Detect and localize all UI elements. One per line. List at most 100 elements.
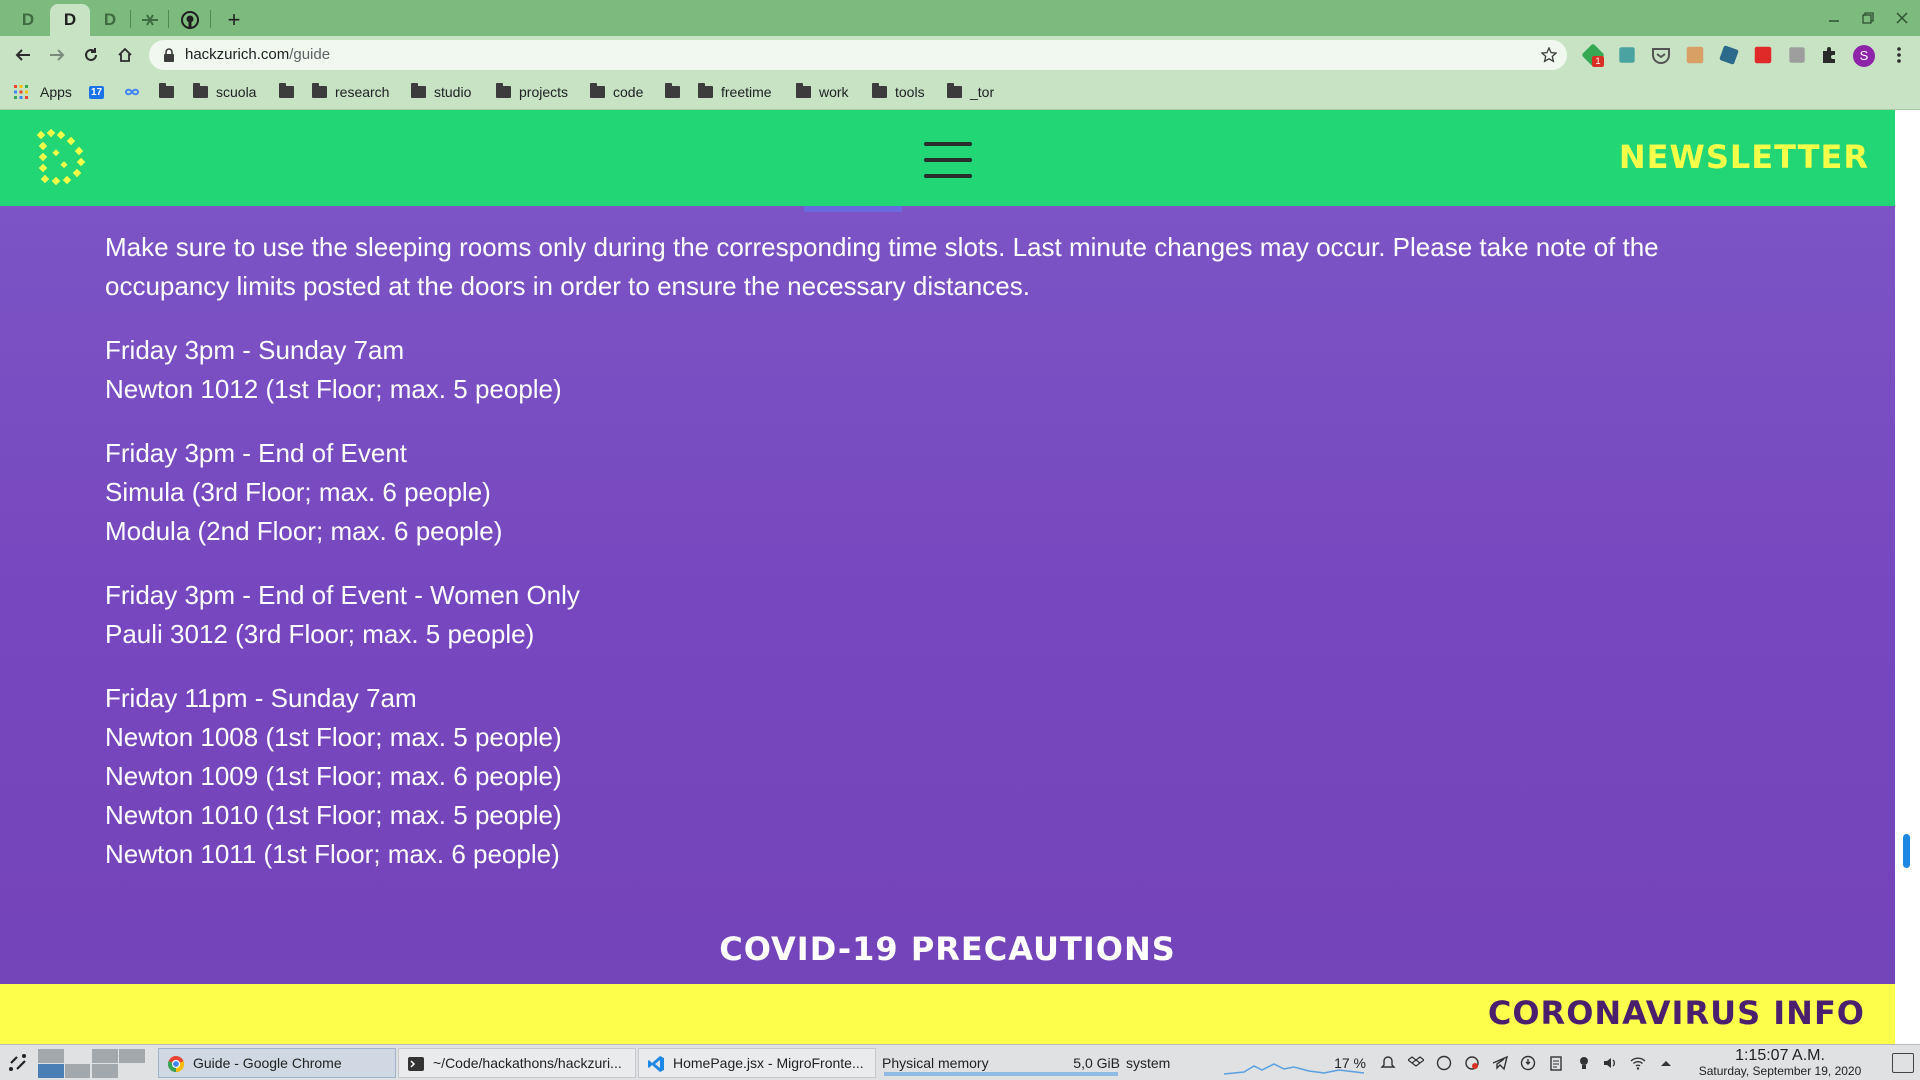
desktop-3[interactable]: [119, 1049, 145, 1063]
notifications-icon[interactable]: [1380, 1055, 1396, 1071]
room-entry: Newton 1011 (1st Floor; max. 6 people): [105, 839, 560, 869]
tab-favicon: D: [63, 10, 77, 29]
lock-icon: [164, 48, 174, 62]
memory-label: Physical memory: [882, 1055, 989, 1071]
bookmark-folder-studio[interactable]: studio: [411, 82, 471, 102]
bookmark-folder-freetime[interactable]: freetime: [698, 82, 772, 102]
folder-icon: [312, 83, 327, 98]
pen-extension-icon[interactable]: [1719, 45, 1739, 65]
room-entry: Pauli 3012 (3rd Floor; max. 5 people): [105, 619, 535, 649]
back-button[interactable]: [9, 41, 37, 69]
clipboard-icon[interactable]: [1548, 1055, 1564, 1071]
tray-app-icon[interactable]: [1436, 1055, 1452, 1071]
scrollbar-thumb[interactable]: [1903, 834, 1910, 868]
dropbox-icon[interactable]: [1408, 1055, 1424, 1071]
clock[interactable]: 1:15:07 A.M. Saturday, September 19, 202…: [1680, 1047, 1880, 1079]
profile-avatar[interactable]: S: [1853, 45, 1875, 67]
coronavirus-info-link[interactable]: CORONAVIRUS INFO: [1488, 994, 1865, 1032]
schedule-block: Friday 3pm - End of Event Simula (3rd Fl…: [105, 434, 1755, 551]
red-extension-icon[interactable]: [1754, 46, 1772, 64]
back-icon: [15, 49, 30, 61]
site-navbar: NEWSLETTER: [0, 110, 1895, 206]
bookmark-folder-code[interactable]: code: [590, 82, 643, 102]
forward-button[interactable]: [43, 41, 71, 69]
hackzurich-logo[interactable]: [36, 128, 86, 186]
folder-icon: [872, 83, 887, 98]
hamburger-icon: [924, 142, 972, 146]
bookmark-folder-unnamed[interactable]: [279, 82, 302, 102]
folder-icon: [590, 83, 605, 98]
avatar-extension-icon[interactable]: [1686, 46, 1704, 64]
address-bar[interactable]: hackzurich.com/guide: [149, 40, 1567, 70]
telegram-icon[interactable]: [1492, 1055, 1508, 1071]
folder-icon: [698, 83, 713, 98]
virtual-desktop-switcher[interactable]: [38, 1048, 148, 1078]
gray-extension-icon[interactable]: [1789, 47, 1805, 63]
bookmark-folder-unnamed[interactable]: [159, 82, 182, 102]
close-icon: [1896, 12, 1908, 24]
launcher-icon: [9, 1054, 26, 1071]
taskbar-window-vscode[interactable]: HomePage.jsx - MigroFronte...: [638, 1048, 876, 1078]
tab-hackzurich-guide[interactable]: D: [50, 4, 90, 36]
cpu-monitor[interactable]: system 17 %: [1124, 1048, 1368, 1078]
folder-icon: [947, 83, 962, 98]
extensions-button[interactable]: [1819, 44, 1841, 66]
bookmark-folder-work[interactable]: work: [796, 82, 849, 102]
folder-icon: [665, 83, 680, 98]
sync-icon[interactable]: [1464, 1055, 1480, 1071]
tab-divider: [130, 10, 131, 28]
desktop-4[interactable]: [38, 1064, 64, 1078]
newsletter-link[interactable]: NEWSLETTER: [1619, 138, 1869, 176]
tab-pinned-app[interactable]: [136, 4, 164, 36]
memory-monitor[interactable]: Physical memory 5,0 GiB: [880, 1048, 1120, 1078]
bookmark-folder-tor[interactable]: _tor: [947, 82, 994, 102]
bookmark-apps[interactable]: Apps: [14, 82, 72, 102]
url-text[interactable]: hackzurich.com/guide: [185, 46, 330, 63]
folder-icon: [796, 83, 811, 98]
tab-hackzurich-1[interactable]: D: [8, 4, 48, 36]
time-slot: Friday 3pm - End of Event: [105, 438, 408, 468]
kebab-menu-icon: [1897, 47, 1901, 63]
mail-extension-icon[interactable]: [1619, 47, 1635, 63]
desktop-6[interactable]: [92, 1064, 118, 1078]
bookmark-folder-research[interactable]: research: [312, 82, 389, 102]
tab-hackzurich-3[interactable]: D: [92, 4, 128, 36]
new-tab-button[interactable]: +: [220, 4, 248, 36]
home-button[interactable]: [111, 41, 139, 69]
tab-github[interactable]: [176, 4, 204, 36]
reload-icon: [85, 48, 97, 61]
time-slot: Friday 11pm - Sunday 7am: [105, 683, 417, 713]
clock-date: Saturday, September 19, 2020: [1698, 1064, 1862, 1078]
close-window-button[interactable]: [1890, 6, 1914, 30]
bookmark-calendar[interactable]: 17: [89, 82, 105, 102]
bookmark-folder-projects[interactable]: projects: [496, 82, 568, 102]
maximize-button[interactable]: [1856, 6, 1880, 30]
star-icon[interactable]: [1541, 47, 1557, 63]
lightbulb-icon[interactable]: [1576, 1055, 1592, 1071]
home-icon: [118, 47, 132, 62]
minimize-button[interactable]: [1822, 6, 1846, 30]
bookmark-folder-tools[interactable]: tools: [872, 82, 925, 102]
schedule-block: Friday 3pm - Sunday 7am Newton 1012 (1st…: [105, 331, 1755, 409]
apps-grid-icon: [14, 85, 28, 99]
pocket-extension-icon[interactable]: [1650, 44, 1672, 66]
desktop-2[interactable]: [92, 1049, 118, 1063]
bookmark-folder-unnamed[interactable]: [665, 82, 688, 102]
taskbar-window-terminal[interactable]: ~/Code/hackathons/hackzuri...: [398, 1048, 636, 1078]
bookmark-folder-scuola[interactable]: scuola: [193, 82, 256, 102]
coronavirus-info-banner[interactable]: CORONAVIRUS INFO: [0, 984, 1895, 1044]
desktop-5[interactable]: [65, 1064, 90, 1078]
page-scrollbar[interactable]: [1895, 110, 1920, 1044]
tray-expand-icon[interactable]: [1658, 1055, 1674, 1071]
bookmark-link[interactable]: [123, 82, 141, 102]
reload-button[interactable]: [77, 41, 105, 69]
wifi-icon[interactable]: [1630, 1055, 1646, 1071]
hamburger-menu-button[interactable]: [924, 142, 972, 178]
volume-icon[interactable]: [1602, 1055, 1618, 1071]
launcher-button[interactable]: [6, 1045, 30, 1080]
browser-menu-button[interactable]: [1888, 44, 1910, 66]
taskbar-window-chrome[interactable]: Guide - Google Chrome: [158, 1048, 396, 1078]
desktop-1[interactable]: [38, 1049, 64, 1063]
update-icon[interactable]: [1520, 1055, 1536, 1071]
show-desktop-button[interactable]: [1892, 1053, 1914, 1073]
